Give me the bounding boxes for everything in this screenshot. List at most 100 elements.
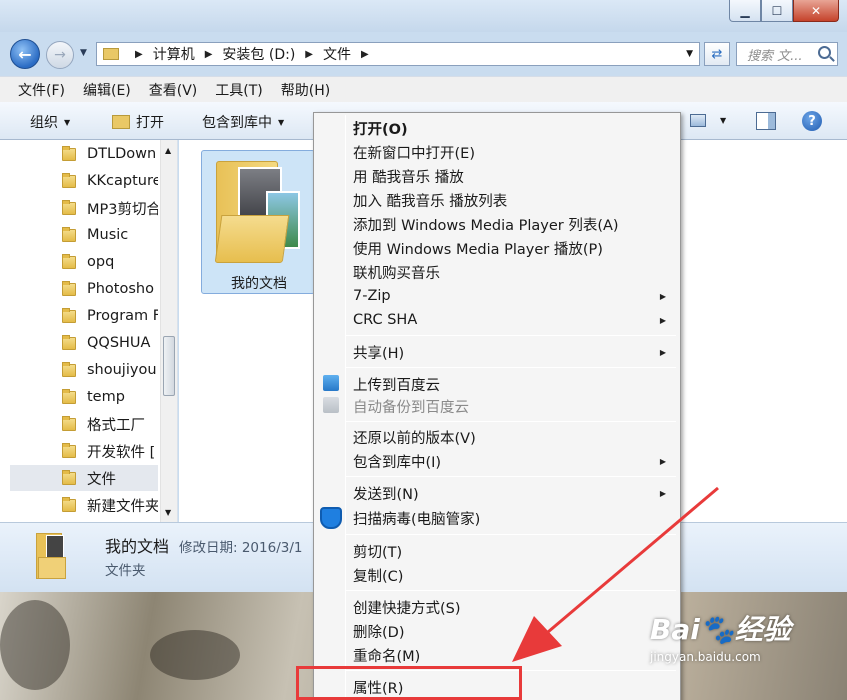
nav-item[interactable]: Photosho — [10, 276, 158, 302]
context-menu: 打开(O) 在新窗口中打开(E) 用 酷我音乐 播放 加入 酷我音乐 播放列表 … — [313, 112, 681, 700]
nav-item[interactable]: DTLDown — [10, 141, 158, 167]
help-icon[interactable]: ? — [802, 111, 822, 131]
nav-item-selected[interactable]: 文件 — [10, 465, 158, 491]
folder-icon — [62, 334, 76, 350]
scroll-thumb[interactable] — [163, 336, 175, 396]
nav-item[interactable]: 格式工厂 — [10, 411, 158, 437]
menu-tools[interactable]: 工具(T) — [215, 80, 262, 100]
include-library-button[interactable]: 包含到库中 ▼ — [202, 112, 284, 132]
address-dropdown-icon[interactable]: ▼ — [686, 49, 693, 59]
menu-item-share[interactable]: 共享(H) ▶ — [316, 340, 678, 364]
open-folder-icon — [112, 115, 130, 129]
menu-item-wmp-add[interactable]: 添加到 Windows Media Player 列表(A) — [316, 212, 678, 236]
menu-item-7zip[interactable]: 7-Zip ▶ — [316, 284, 678, 308]
minimize-button[interactable]: ▁ — [729, 0, 761, 22]
search-input[interactable]: 搜索 文... — [736, 42, 838, 66]
preview-pane-icon[interactable] — [756, 112, 776, 130]
menu-item-kuwo-play[interactable]: 用 酷我音乐 播放 — [316, 164, 678, 188]
menu-item-scan-virus[interactable]: 扫描病毒(电脑管家) — [316, 506, 678, 530]
close-button[interactable]: ✕ — [793, 0, 839, 22]
menu-separator — [346, 367, 676, 368]
change-view-icon[interactable] — [690, 114, 706, 127]
nav-item[interactable]: Music — [10, 222, 158, 248]
nav-item[interactable]: opq — [10, 249, 158, 275]
nav-item[interactable]: 开发软件 [ — [10, 438, 158, 464]
nav-item-label: Photosho — [87, 281, 154, 297]
folder-icon — [62, 226, 76, 242]
open-label: 打开 — [136, 115, 164, 131]
folder-icon — [62, 253, 76, 269]
menu-item-label: 打开(O) — [353, 121, 408, 138]
folder-icon — [62, 361, 76, 377]
cloud-backup-icon — [323, 397, 339, 413]
open-button[interactable]: 打开 — [112, 112, 164, 132]
menu-item-label: 重命名(M) — [353, 648, 421, 665]
nav-item-label: Program F — [87, 308, 158, 324]
menu-item-crc-sha[interactable]: CRC SHA ▶ — [316, 308, 678, 332]
nav-item[interactable]: KKcapture — [10, 168, 158, 194]
menu-item-cut[interactable]: 剪切(T) — [316, 539, 678, 563]
search-icon[interactable] — [818, 46, 831, 59]
organize-button[interactable]: 组织 ▼ — [30, 112, 70, 132]
menu-item-buy-music[interactable]: 联机购买音乐 — [316, 260, 678, 284]
history-dropdown-icon[interactable]: ▼ — [80, 48, 87, 58]
nav-item[interactable]: MP3剪切合 — [10, 195, 158, 221]
scroll-up-icon[interactable]: ▲ — [165, 146, 171, 155]
menu-item-kuwo-add[interactable]: 加入 酷我音乐 播放列表 — [316, 188, 678, 212]
menu-item-open-new-window[interactable]: 在新窗口中打开(E) — [316, 140, 678, 164]
maximize-button[interactable]: ☐ — [761, 0, 793, 22]
menu-item-delete[interactable]: 删除(D) — [316, 619, 678, 643]
baidu-jingyan-watermark: Bai🐾经验 jingyan.baidu.com — [650, 608, 791, 664]
menu-item-wmp-play[interactable]: 使用 Windows Media Player 播放(P) — [316, 236, 678, 260]
nav-item[interactable]: 新建文件夹 — [10, 492, 158, 518]
chevron-down-icon[interactable]: ▼ — [720, 116, 726, 125]
breadcrumb-folder[interactable]: 文件 — [323, 44, 351, 64]
refresh-button[interactable]: ⇄ — [704, 42, 730, 66]
submenu-arrow-icon: ▶ — [659, 488, 666, 498]
address-row: ← → ▼ ▶ 计算机 ▶ 安装包 (D:) ▶ 文件 ▶ ▼ ⇄ 搜索 文..… — [0, 36, 847, 72]
nav-item[interactable]: Program F — [10, 303, 158, 329]
breadcrumb-separator-icon[interactable]: ▶ — [361, 49, 369, 60]
menu-item-create-shortcut[interactable]: 创建快捷方式(S) — [316, 595, 678, 619]
menu-item-open[interactable]: 打开(O) — [316, 116, 678, 140]
nav-item[interactable]: temp — [10, 384, 158, 410]
forward-button[interactable]: → — [46, 41, 74, 69]
menu-item-copy[interactable]: 复制(C) — [316, 563, 678, 587]
breadcrumb-separator-icon[interactable]: ▶ — [305, 49, 313, 60]
breadcrumb-computer[interactable]: 计算机 — [153, 44, 195, 64]
annotation-highlight-box — [296, 666, 522, 700]
menu-item-baidu-upload[interactable]: 上传到百度云 — [316, 372, 678, 396]
nav-item-label: QQSHUA — [87, 335, 151, 351]
folder-item[interactable]: 我的文档 — [201, 150, 315, 294]
menu-view[interactable]: 查看(V) — [149, 80, 198, 100]
address-bar[interactable]: ▶ 计算机 ▶ 安装包 (D:) ▶ 文件 ▶ ▼ — [96, 42, 700, 66]
menu-file[interactable]: 文件(F) — [18, 80, 65, 100]
breadcrumb-separator-icon[interactable]: ▶ — [135, 49, 143, 60]
menu-item-label: 还原以前的版本(V) — [353, 430, 476, 447]
menu-edit[interactable]: 编辑(E) — [83, 80, 131, 100]
menu-item-rename[interactable]: 重命名(M) — [316, 643, 678, 667]
submenu-arrow-icon: ▶ — [659, 456, 666, 466]
nav-item[interactable]: QQSHUA — [10, 330, 158, 356]
submenu-arrow-icon: ▶ — [659, 347, 666, 357]
nav-scrollbar[interactable]: ▲ ▼ — [160, 140, 177, 522]
menu-item-label: 自动备份到百度云 — [353, 399, 469, 416]
folder-thumbnail-icon — [36, 531, 70, 581]
watermark-url: jingyan.baidu.com — [650, 650, 761, 664]
menu-item-restore-versions[interactable]: 还原以前的版本(V) — [316, 425, 678, 449]
back-button[interactable]: ← — [10, 39, 40, 69]
nav-item-label: 文件 — [87, 471, 116, 488]
breadcrumb-drive[interactable]: 安装包 (D:) — [222, 44, 295, 64]
cloud-upload-icon — [323, 375, 339, 391]
menu-item-include-library[interactable]: 包含到库中(I) ▶ — [316, 449, 678, 473]
breadcrumb-separator-icon[interactable]: ▶ — [205, 49, 213, 60]
menu-help[interactable]: 帮助(H) — [281, 80, 330, 100]
nav-item-label: temp — [87, 389, 125, 405]
nav-item[interactable]: shoujiyou — [10, 357, 158, 383]
menu-separator — [346, 421, 676, 422]
scroll-down-icon[interactable]: ▼ — [165, 508, 171, 517]
details-type: 文件夹 — [105, 563, 146, 579]
menu-item-send-to[interactable]: 发送到(N) ▶ — [316, 481, 678, 505]
folder-icon — [62, 280, 76, 296]
folder-icon — [62, 199, 76, 215]
